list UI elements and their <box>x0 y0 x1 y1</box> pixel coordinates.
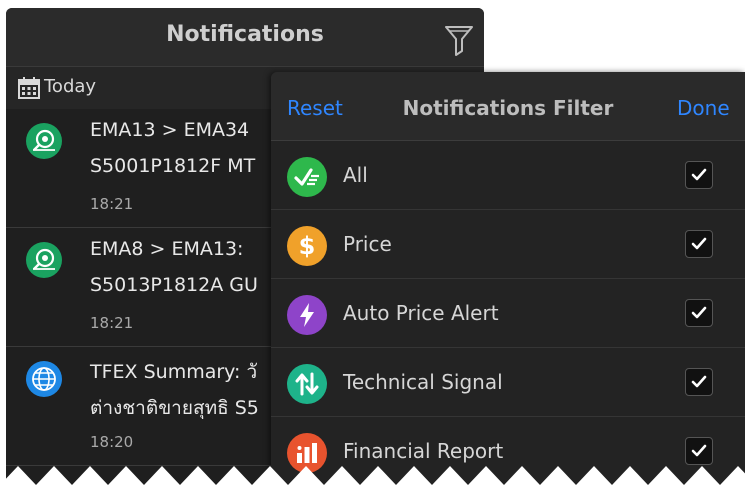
notification-detail: S5013P1812A GU <box>90 274 258 296</box>
filter-header: Notifications Filter Reset Done <box>271 72 745 141</box>
check-list-icon <box>287 157 327 197</box>
filter-item-label: All <box>343 163 368 187</box>
filter-checkbox[interactable] <box>685 437 713 465</box>
notification-time: 18:21 <box>90 195 134 213</box>
notification-detail: S5001P1812F MT <box>90 155 256 177</box>
filter-item-label: Financial Report <box>343 439 504 463</box>
notification-title: EMA8 > EMA13: <box>90 238 244 260</box>
notification-detail: ต่างชาติขายสุทธิ S5 <box>90 397 259 419</box>
notifications-header: Notifications <box>6 8 484 67</box>
page-title: Notifications <box>166 22 324 47</box>
funnel-icon[interactable] <box>444 24 474 56</box>
filter-item-auto-price-alert[interactable]: Auto Price Alert <box>271 279 745 348</box>
notification-title: EMA13 > EMA34 <box>90 119 250 141</box>
notification-title: TFEX Summary: วั <box>90 361 258 383</box>
calendar-icon <box>18 77 40 99</box>
filter-item-price[interactable]: $ Price <box>271 210 745 279</box>
globe-icon <box>26 361 62 397</box>
dollar-icon: $ <box>287 226 327 266</box>
filter-checkbox[interactable] <box>685 299 713 327</box>
filter-item-label: Price <box>343 232 392 256</box>
date-label: Today <box>44 76 97 97</box>
lightning-icon <box>287 295 327 335</box>
filter-item-technical-signal[interactable]: Technical Signal <box>271 348 745 417</box>
notification-time: 18:20 <box>90 433 134 451</box>
signal-eye-icon <box>26 242 62 278</box>
filter-checkbox[interactable] <box>685 230 713 258</box>
filter-checkbox[interactable] <box>685 161 713 189</box>
svg-text:$: $ <box>299 232 316 260</box>
filter-item-label: Technical Signal <box>343 370 503 394</box>
reset-button[interactable]: Reset <box>287 96 343 120</box>
filter-item-label: Auto Price Alert <box>343 301 499 325</box>
up-down-arrows-icon <box>287 364 327 404</box>
filter-item-all[interactable]: All <box>271 141 745 210</box>
notifications-filter-panel: Notifications Filter Reset Done All $ Pr… <box>271 72 745 489</box>
torn-edge <box>0 466 745 489</box>
signal-eye-icon <box>26 123 62 159</box>
notification-time: 18:21 <box>90 314 134 332</box>
done-button[interactable]: Done <box>677 96 730 120</box>
filter-checkbox[interactable] <box>685 368 713 396</box>
